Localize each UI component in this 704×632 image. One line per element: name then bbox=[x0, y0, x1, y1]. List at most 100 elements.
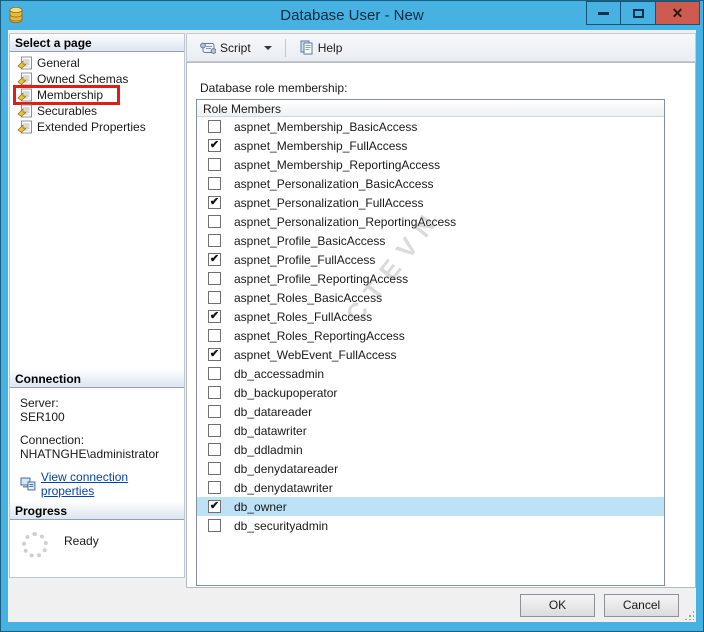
role-label: db_backupoperator bbox=[234, 385, 338, 400]
page-icon bbox=[17, 88, 32, 102]
cancel-button[interactable]: Cancel bbox=[604, 594, 679, 617]
role-row[interactable]: aspnet_Personalization_ReportingAccess bbox=[197, 212, 664, 231]
role-members-list[interactable]: Role Members aspnet_Membership_BasicAcce… bbox=[196, 99, 665, 586]
role-row[interactable]: aspnet_Profile_BasicAccess bbox=[197, 231, 664, 250]
role-label: aspnet_Membership_ReportingAccess bbox=[234, 157, 441, 172]
role-row[interactable]: aspnet_Roles_BasicAccess bbox=[197, 288, 664, 307]
role-checkbox[interactable]: ✔ bbox=[208, 500, 221, 513]
role-row[interactable]: db_denydatawriter bbox=[197, 478, 664, 497]
role-row[interactable]: ✔ aspnet_Profile_FullAccess bbox=[197, 250, 664, 269]
role-row[interactable]: db_securityadmin bbox=[197, 516, 664, 535]
annotation-box: ✔ db_owner bbox=[204, 497, 299, 517]
sidebar-item-extended-properties[interactable]: Extended Properties bbox=[10, 119, 184, 135]
role-membership-label: Database role membership: bbox=[200, 81, 348, 95]
connection-properties-icon bbox=[20, 477, 36, 491]
role-row[interactable]: aspnet_Profile_ReportingAccess bbox=[197, 269, 664, 288]
role-label: aspnet_Membership_BasicAccess bbox=[234, 119, 418, 134]
role-label: aspnet_Personalization_BasicAccess bbox=[234, 176, 434, 191]
sidebar-item-label: General bbox=[37, 55, 80, 70]
role-checkbox[interactable] bbox=[208, 291, 221, 304]
annotation-box: Extended Properties bbox=[13, 117, 163, 137]
maximize-button[interactable] bbox=[621, 1, 656, 25]
sidebar: Select a page General Owned Schemas Memb… bbox=[9, 33, 185, 578]
script-button[interactable]: Script bbox=[195, 39, 255, 57]
role-checkbox[interactable] bbox=[208, 367, 221, 380]
help-label: Help bbox=[317, 40, 343, 55]
role-rows: aspnet_Membership_BasicAccess ✔ aspnet_M… bbox=[197, 117, 664, 535]
annotation-box: aspnet_Roles_ReportingAccess bbox=[204, 326, 417, 346]
role-checkbox[interactable] bbox=[208, 272, 221, 285]
role-checkbox[interactable]: ✔ bbox=[208, 253, 221, 266]
ok-button[interactable]: OK bbox=[520, 594, 595, 617]
annotation-box: aspnet_Personalization_ReportingAccess bbox=[204, 212, 468, 232]
maximize-icon bbox=[632, 8, 644, 18]
role-row[interactable]: ✔ aspnet_Membership_FullAccess bbox=[197, 136, 664, 155]
role-row[interactable]: ✔ db_owner bbox=[197, 497, 664, 516]
role-label: aspnet_WebEvent_FullAccess bbox=[234, 347, 397, 362]
close-button[interactable]: ✕ bbox=[656, 1, 700, 25]
role-checkbox[interactable] bbox=[208, 158, 221, 171]
annotation-box: db_backupoperator bbox=[204, 383, 349, 403]
main-content: Database role membership: Role Members a… bbox=[186, 62, 696, 588]
annotation-box: ✔ aspnet_Profile_FullAccess bbox=[204, 250, 387, 270]
role-row[interactable]: aspnet_Roles_ReportingAccess bbox=[197, 326, 664, 345]
role-checkbox[interactable]: ✔ bbox=[208, 196, 221, 209]
role-row[interactable]: ✔ aspnet_Personalization_FullAccess bbox=[197, 193, 664, 212]
role-row[interactable]: db_accessadmin bbox=[197, 364, 664, 383]
role-row[interactable]: db_datareader bbox=[197, 402, 664, 421]
role-row[interactable]: db_datawriter bbox=[197, 421, 664, 440]
view-connection-properties-link[interactable]: View connection properties bbox=[41, 470, 184, 498]
role-checkbox[interactable] bbox=[208, 329, 221, 342]
progress-section: Ready bbox=[10, 520, 184, 577]
annotation-box: db_datawriter bbox=[204, 421, 319, 441]
role-checkbox[interactable] bbox=[208, 177, 221, 190]
close-icon: ✕ bbox=[671, 5, 684, 21]
role-row[interactable]: ✔ aspnet_WebEvent_FullAccess bbox=[197, 345, 664, 364]
role-row[interactable]: aspnet_Membership_ReportingAccess bbox=[197, 155, 664, 174]
role-checkbox[interactable] bbox=[208, 462, 221, 475]
role-checkbox[interactable]: ✔ bbox=[208, 348, 221, 361]
page-icon bbox=[17, 72, 32, 86]
role-checkbox[interactable] bbox=[208, 234, 221, 247]
role-label: db_owner bbox=[234, 499, 287, 514]
role-row[interactable]: ✔ aspnet_Roles_FullAccess bbox=[197, 307, 664, 326]
role-label: db_securityadmin bbox=[234, 518, 329, 533]
page-icon bbox=[17, 56, 32, 70]
role-checkbox[interactable]: ✔ bbox=[208, 139, 221, 152]
role-row[interactable]: aspnet_Membership_BasicAccess bbox=[197, 117, 664, 136]
role-row[interactable]: db_ddladmin bbox=[197, 440, 664, 459]
role-label: db_ddladmin bbox=[234, 442, 303, 457]
progress-header: Progress bbox=[10, 502, 184, 521]
role-row[interactable]: db_denydatareader bbox=[197, 459, 664, 478]
role-checkbox[interactable] bbox=[208, 443, 221, 456]
resize-grip[interactable] bbox=[684, 610, 694, 620]
role-checkbox[interactable] bbox=[208, 519, 221, 532]
help-button[interactable]: Help bbox=[295, 38, 347, 57]
role-checkbox[interactable] bbox=[208, 120, 221, 133]
sidebar-item-label: Owned Schemas bbox=[37, 71, 129, 86]
annotation-box: db_denydatareader bbox=[204, 459, 350, 479]
annotation-box: aspnet_Profile_BasicAccess bbox=[204, 231, 397, 251]
role-row[interactable]: db_backupoperator bbox=[197, 383, 664, 402]
page-icon bbox=[17, 104, 32, 118]
role-checkbox[interactable] bbox=[208, 405, 221, 418]
script-dropdown-icon[interactable] bbox=[263, 45, 272, 50]
sidebar-item-label: Securables bbox=[37, 103, 98, 118]
minimize-icon bbox=[598, 11, 609, 15]
role-checkbox[interactable] bbox=[208, 215, 221, 228]
footer: OK Cancel bbox=[8, 588, 696, 622]
role-checkbox[interactable] bbox=[208, 386, 221, 399]
role-checkbox[interactable]: ✔ bbox=[208, 310, 221, 323]
role-label: db_denydatawriter bbox=[234, 480, 333, 495]
role-checkbox[interactable] bbox=[208, 424, 221, 437]
role-row[interactable]: aspnet_Personalization_BasicAccess bbox=[197, 174, 664, 193]
role-label: db_denydatareader bbox=[234, 461, 339, 476]
annotation-box: ✔ aspnet_Personalization_FullAccess bbox=[204, 193, 435, 213]
annotation-box: aspnet_Membership_BasicAccess bbox=[204, 117, 429, 137]
page-icon bbox=[17, 120, 32, 134]
connection-value: NHATNGHE\administrator bbox=[20, 446, 160, 461]
role-checkbox[interactable] bbox=[208, 481, 221, 494]
minimize-button[interactable] bbox=[586, 1, 621, 25]
sidebar-pages: General Owned Schemas Membership Securab… bbox=[10, 52, 184, 370]
annotation-box: db_securityadmin bbox=[204, 516, 340, 536]
